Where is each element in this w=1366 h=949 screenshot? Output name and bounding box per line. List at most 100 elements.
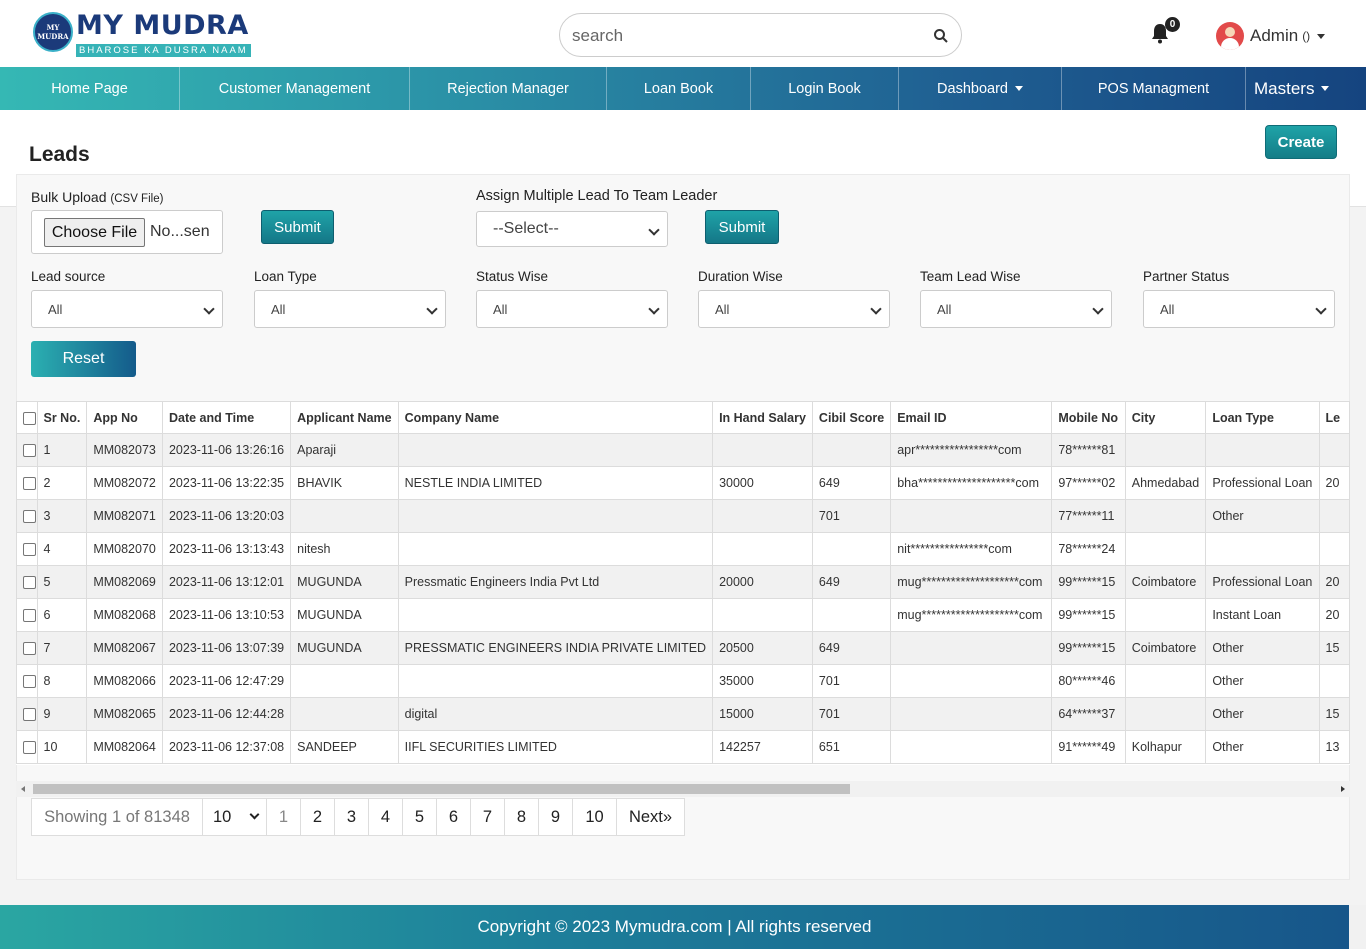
row-checkbox[interactable] (23, 510, 36, 524)
col-date-time[interactable]: Date and Time (161, 401, 292, 434)
row-select-cell (16, 466, 38, 500)
col-mobile-no[interactable]: Mobile No (1051, 401, 1126, 434)
bulk-submit-button[interactable]: Submit (261, 210, 334, 244)
row-checkbox[interactable] (23, 741, 36, 755)
table-cell: 91******49 (1051, 730, 1126, 764)
reset-button[interactable]: Reset (31, 341, 136, 377)
search-icon[interactable] (933, 28, 949, 44)
row-checkbox[interactable] (23, 576, 36, 590)
table-cell: 2023-11-06 13:26:16 (161, 433, 292, 467)
col-loan-type[interactable]: Loan Type (1205, 401, 1320, 434)
notification-count-badge: 0 (1165, 17, 1180, 32)
col-applicant-name[interactable]: Applicant Name (290, 401, 399, 434)
nav-rejection-manager[interactable]: Rejection Manager (410, 67, 607, 110)
page-size-select[interactable]: 10 (203, 799, 267, 835)
duration-wise-select[interactable]: All (698, 290, 890, 328)
table-cell: 2023-11-06 13:22:35 (161, 466, 292, 500)
nav-login-book[interactable]: Login Book (751, 67, 899, 110)
table-row[interactable]: 4 MM082070 2023-11-06 13:13:43 nitesh nit***… (16, 532, 1350, 566)
table-cell: 2023-11-06 12:44:28 (161, 697, 292, 731)
table-row[interactable]: 10 MM082064 2023-11-06 12:37:08 SANDEEP IIFL… (16, 730, 1350, 764)
nav-customer-management[interactable]: Customer Management (180, 67, 410, 110)
col-email-id[interactable]: Email ID (890, 401, 1053, 434)
brand-logo[interactable]: MY MUDRA MY MUDRA BHAROSE KA DUSRA NAAM (33, 12, 251, 58)
table-row[interactable]: 8 MM082066 2023-11-06 12:47:29 35000 701 80**… (16, 664, 1350, 698)
col-city[interactable]: City (1124, 401, 1207, 434)
assign-submit-button[interactable]: Submit (705, 210, 779, 244)
create-button[interactable]: Create (1265, 125, 1337, 159)
page-2[interactable]: 2 (301, 799, 335, 835)
row-checkbox[interactable] (23, 708, 36, 722)
table-cell: 80******46 (1051, 664, 1126, 698)
table-cell (290, 664, 399, 698)
table-cell (811, 532, 892, 566)
page-9[interactable]: 9 (539, 799, 573, 835)
col-company-name[interactable]: Company Name (397, 401, 714, 434)
row-checkbox[interactable] (23, 543, 36, 557)
row-checkbox[interactable] (23, 477, 36, 491)
nav-home-page[interactable]: Home Page (0, 67, 180, 110)
page-5[interactable]: 5 (403, 799, 437, 835)
page-4[interactable]: 4 (369, 799, 403, 835)
page-8[interactable]: 8 (505, 799, 539, 835)
table-cell: Professional Loan (1205, 466, 1320, 500)
col-in-hand-salary[interactable]: In Hand Salary (712, 401, 813, 434)
table-cell: 5 (36, 565, 88, 599)
table-row[interactable]: 6 MM082068 2023-11-06 13:10:53 MUGUNDA mug**… (16, 598, 1350, 632)
col-le[interactable]: Le (1318, 401, 1350, 434)
table-cell (1318, 499, 1350, 533)
row-select-cell (16, 598, 38, 632)
table-cell: 20000 (712, 565, 813, 599)
table-cell (1318, 664, 1350, 698)
row-checkbox[interactable] (23, 642, 36, 656)
table-row[interactable]: 3 MM082071 2023-11-06 13:20:03 701 77******1… (16, 499, 1350, 533)
nav-loan-book[interactable]: Loan Book (607, 67, 751, 110)
row-checkbox[interactable] (23, 609, 36, 623)
select-all-checkbox[interactable] (23, 411, 36, 425)
col-app-no[interactable]: App No (86, 401, 163, 434)
horizontal-scrollbar[interactable] (16, 781, 1350, 797)
table-row[interactable]: 2 MM082072 2023-11-06 13:22:35 BHAVIK NESTLE… (16, 466, 1350, 500)
table-row[interactable]: 7 MM082067 2023-11-06 13:07:39 MUGUNDA PRESS… (16, 631, 1350, 665)
page-7[interactable]: 7 (471, 799, 505, 835)
scroll-thumb[interactable] (33, 784, 850, 794)
table-cell: MUGUNDA (290, 598, 399, 632)
search-input[interactable] (572, 24, 912, 48)
table-cell: 6 (36, 598, 88, 632)
choose-file-button[interactable]: Choose File (44, 218, 145, 247)
page-6[interactable]: 6 (437, 799, 471, 835)
loan-type-select[interactable]: All (254, 290, 446, 328)
table-cell: 13 (1318, 730, 1350, 764)
nav-dashboard[interactable]: Dashboard (899, 67, 1062, 110)
scroll-left-icon[interactable] (21, 786, 25, 792)
page-3[interactable]: 3 (335, 799, 369, 835)
next-page-button[interactable]: Next» (617, 799, 684, 835)
table-row[interactable]: 5 MM082069 2023-11-06 13:12:01 MUGUNDA Press… (16, 565, 1350, 599)
table-cell (397, 598, 714, 632)
team-leader-select[interactable]: --Select-- (476, 211, 668, 247)
status-wise-select[interactable]: All (476, 290, 668, 328)
vertical-scrollbar[interactable] (1349, 905, 1366, 949)
table-cell: PRESSMATIC ENGINEERS INDIA PRIVATE LIMIT… (397, 631, 714, 665)
table-cell: MM082073 (86, 433, 163, 467)
row-checkbox[interactable] (23, 675, 36, 689)
user-menu[interactable]: Admin () (1216, 22, 1326, 50)
col-sr-no[interactable]: Sr No. (36, 401, 88, 434)
table-row[interactable]: 1 MM082073 2023-11-06 13:26:16 Aparaji apr**… (16, 433, 1350, 467)
team-lead-wise-select[interactable]: All (920, 290, 1112, 328)
nav-pos-management[interactable]: POS Managment (1062, 67, 1246, 110)
scroll-right-icon[interactable] (1341, 786, 1345, 792)
row-checkbox[interactable] (23, 444, 36, 458)
table-row[interactable]: 9 MM082065 2023-11-06 12:44:28 digital 15000… (16, 697, 1350, 731)
page-1[interactable]: 1 (267, 799, 301, 835)
table-cell: Other (1205, 631, 1320, 665)
chevron-down-icon (1321, 86, 1330, 91)
page-10[interactable]: 10 (573, 799, 617, 835)
partner-status-select[interactable]: All (1143, 290, 1335, 328)
lead-source-select[interactable]: All (31, 290, 223, 328)
nav-masters[interactable]: Masters (1246, 67, 1366, 110)
bulk-upload-label: Bulk Upload (CSV File) (31, 189, 163, 205)
col-cibil-score[interactable]: Cibil Score (811, 401, 892, 434)
filter-label-status-wise: Status Wise (476, 269, 549, 284)
file-input[interactable]: Choose File No...sen (31, 210, 223, 254)
